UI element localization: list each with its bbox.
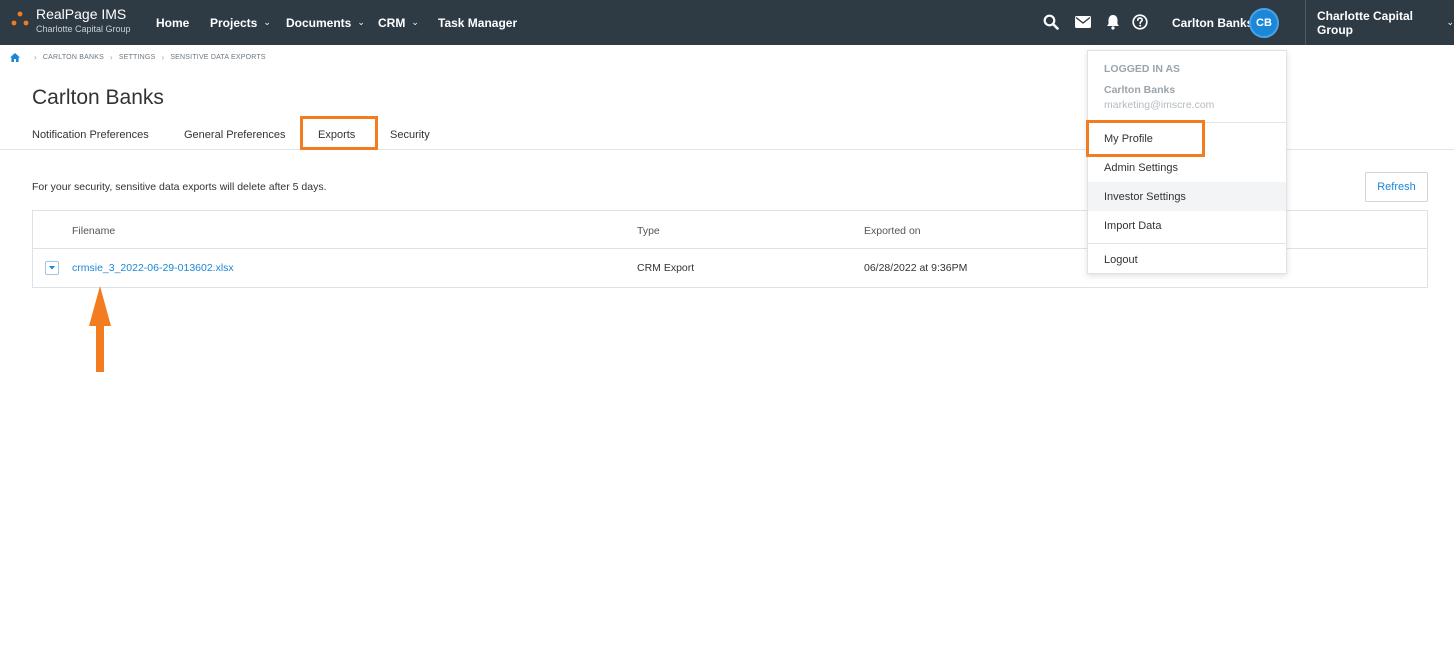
- brand-title: RealPage IMS: [36, 6, 127, 22]
- my-profile-highlight: [1086, 120, 1205, 157]
- bell-icon[interactable]: [1103, 12, 1123, 32]
- menu-item-admin-settings[interactable]: Admin Settings: [1088, 153, 1286, 182]
- nav-home[interactable]: Home: [156, 0, 189, 45]
- nav-task-manager[interactable]: Task Manager: [438, 0, 517, 45]
- tab-general-preferences[interactable]: General Preferences: [184, 129, 286, 141]
- breadcrumb: › CARLTON BANKS › SETTINGS › SENSITIVE D…: [10, 53, 266, 62]
- user-name[interactable]: Carlton Banks: [1172, 0, 1253, 45]
- exports-tab-highlight: [300, 116, 378, 150]
- brand[interactable]: RealPage IMS Charlotte Capital Group: [36, 6, 131, 35]
- menu-item-import-data[interactable]: Import Data: [1088, 211, 1286, 240]
- caret-down-icon: [49, 266, 55, 270]
- help-icon[interactable]: [1130, 12, 1150, 32]
- column-header-exported-on[interactable]: Exported on: [864, 225, 921, 237]
- breadcrumb-separator-icon: ›: [161, 53, 165, 62]
- breadcrumb-separator-icon: ›: [109, 53, 113, 62]
- menu-user-email: marketing@imscre.com: [1104, 99, 1215, 111]
- nav-crm[interactable]: CRM ⌄: [378, 0, 419, 45]
- logged-in-as-caption: LOGGED IN AS: [1104, 63, 1181, 75]
- menu-item-logout[interactable]: Logout: [1088, 245, 1286, 274]
- row-expand-toggle[interactable]: [45, 261, 59, 275]
- brand-subtitle: Charlotte Capital Group: [36, 24, 131, 34]
- topbar-divider: [1305, 0, 1306, 45]
- nav-projects-label: Projects: [210, 15, 258, 30]
- breadcrumb-separator-icon: ›: [34, 53, 37, 62]
- organization-switcher[interactable]: Charlotte Capital Group ⌄: [1317, 0, 1454, 45]
- chevron-down-icon: ⌄: [263, 17, 271, 27]
- export-date: 06/28/2022 at 9:36PM: [864, 262, 968, 274]
- column-header-type[interactable]: Type: [637, 225, 660, 237]
- tab-security[interactable]: Security: [390, 129, 430, 141]
- security-notice: For your security, sensitive data export…: [32, 181, 327, 193]
- nav-documents-label: Documents: [286, 15, 352, 30]
- realpage-logo-icon: [11, 11, 29, 26]
- nav-home-label: Home: [156, 15, 190, 30]
- avatar[interactable]: CB: [1249, 8, 1279, 38]
- nav-crm-label: CRM: [378, 15, 406, 30]
- search-icon[interactable]: [1041, 12, 1061, 32]
- menu-item-investor-settings[interactable]: Investor Settings: [1088, 182, 1286, 211]
- chevron-down-icon: ⌄: [411, 17, 419, 27]
- export-type: CRM Export: [637, 262, 695, 274]
- nav-task-manager-label: Task Manager: [438, 15, 518, 30]
- user-menu-dropdown: LOGGED IN AS Carlton Banks marketing@ims…: [1087, 50, 1287, 274]
- menu-user-name: Carlton Banks: [1104, 84, 1176, 96]
- chevron-down-icon: ⌄: [357, 17, 365, 27]
- breadcrumb-item-current: SENSITIVE DATA EXPORTS: [170, 54, 266, 61]
- menu-divider: [1088, 243, 1286, 244]
- mail-icon[interactable]: [1073, 12, 1093, 32]
- column-header-filename[interactable]: Filename: [72, 225, 115, 237]
- top-navigation-bar: RealPage IMS Charlotte Capital Group Hom…: [0, 0, 1454, 45]
- home-icon[interactable]: [10, 53, 20, 62]
- annotation-arrow-up-icon: [89, 286, 111, 372]
- nav-documents[interactable]: Documents ⌄: [286, 0, 365, 45]
- refresh-button[interactable]: Refresh: [1365, 172, 1428, 202]
- export-filename-link[interactable]: crmsie_3_2022-06-29-013602.xlsx: [72, 262, 234, 274]
- organization-name: Charlotte Capital Group: [1317, 8, 1414, 37]
- breadcrumb-item-user[interactable]: CARLTON BANKS: [43, 54, 104, 61]
- nav-projects[interactable]: Projects ⌄: [210, 0, 271, 45]
- breadcrumb-item-settings[interactable]: SETTINGS: [119, 54, 156, 61]
- page-title: Carlton Banks: [32, 86, 164, 109]
- chevron-down-icon: ⌄: [1446, 17, 1454, 27]
- tab-notification-preferences[interactable]: Notification Preferences: [32, 129, 149, 141]
